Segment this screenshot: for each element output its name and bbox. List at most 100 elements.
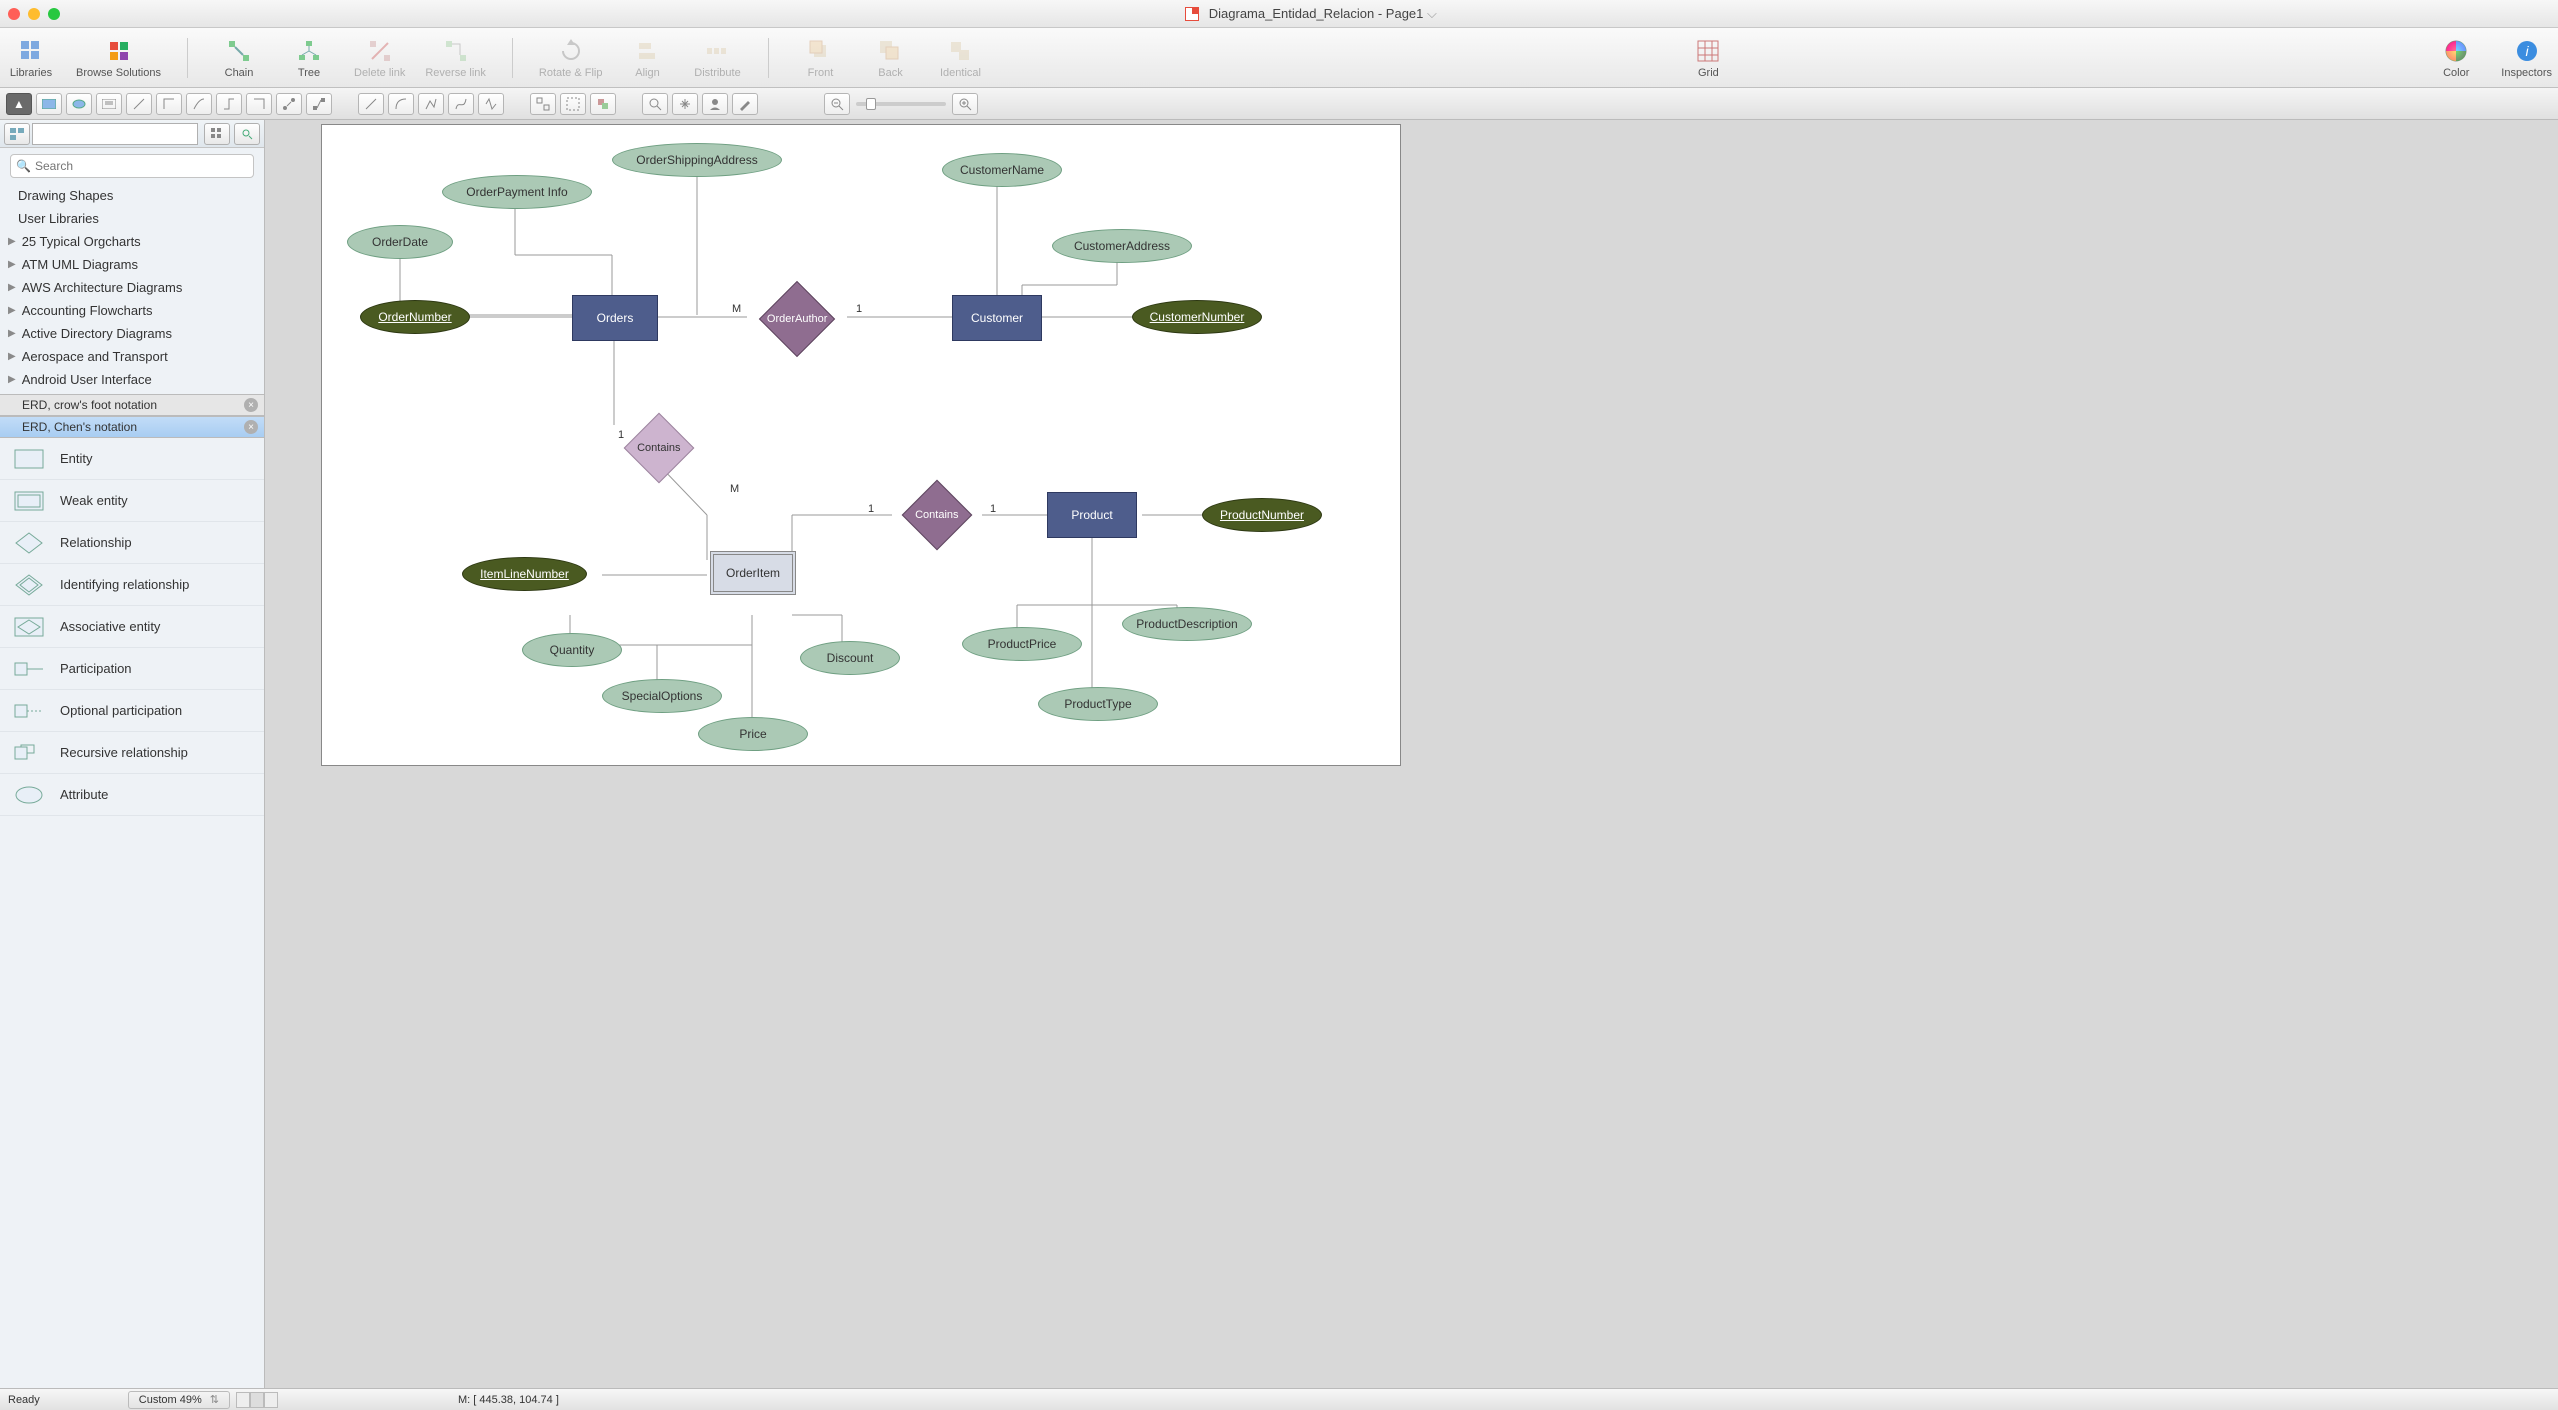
lib-group[interactable]: ▶25 Typical Orgcharts [0,230,264,253]
line-tool-4[interactable] [448,93,474,115]
tab-erd-crow[interactable]: ERD, crow's foot notation× [0,394,264,416]
attr-orderpayment[interactable]: OrderPayment Info [442,175,592,209]
group-tool-3[interactable] [590,93,616,115]
attr-customername[interactable]: CustomerName [942,153,1062,187]
user-tool[interactable] [702,93,728,115]
lib-group[interactable]: ▶Active Directory Diagrams [0,322,264,345]
entity-product[interactable]: Product [1047,492,1137,538]
canvas-area[interactable]: M 1 1 M 1 1 OrderDate OrderPayment Info … [265,120,2558,1388]
entity-customer[interactable]: Customer [952,295,1042,341]
rel-contains-1[interactable]: Contains [624,413,695,484]
grid-button[interactable]: Grid [1683,37,1733,79]
front-icon [806,37,834,65]
libraries-toggle-icon[interactable] [4,123,30,145]
libraries-button[interactable]: Libraries [6,37,56,79]
attr-productprice[interactable]: ProductPrice [962,627,1082,661]
doc-icon [1185,7,1199,21]
align-button: Align [622,37,672,79]
rel-orderauthor[interactable]: OrderAuthor [759,281,835,357]
search-icon[interactable] [234,123,260,145]
shape-associative-entity[interactable]: Associative entity [0,606,264,648]
titlebar: Diagrama_Entidad_Relacion - Page1 ⌵ [0,0,2558,28]
tree-icon [295,37,323,65]
line-tool-1[interactable] [358,93,384,115]
attr-orderdate[interactable]: OrderDate [347,225,453,259]
search-input[interactable] [10,154,254,178]
dropdown-caret-icon[interactable]: ⌵ [1427,6,1437,21]
lib-group[interactable]: ▶Android User Interface [0,368,264,391]
close-icon[interactable]: × [244,398,258,412]
shape-relationship[interactable]: Relationship [0,522,264,564]
attr-ordershipping[interactable]: OrderShippingAddress [612,143,782,177]
connector-7[interactable] [306,93,332,115]
lib-group[interactable]: ▶AWS Architecture Diagrams [0,276,264,299]
pointer-tool[interactable]: ▲ [6,93,32,115]
key-customernumber[interactable]: CustomerNumber [1132,300,1262,334]
zoom-in-button[interactable] [952,93,978,115]
attr-discount[interactable]: Discount [800,641,900,675]
minimize-window-button[interactable] [28,8,40,20]
lib-group[interactable]: ▶ATM UML Diagrams [0,253,264,276]
shape-entity[interactable]: Entity [0,438,264,480]
lib-group[interactable]: User Libraries [0,207,264,230]
ellipse-tool[interactable] [66,93,92,115]
library-search-field[interactable] [32,123,198,145]
chain-icon [225,37,253,65]
attr-producttype[interactable]: ProductType [1038,687,1158,721]
connector-4[interactable] [216,93,242,115]
shape-weak-entity[interactable]: Weak entity [0,480,264,522]
distribute-icon [703,37,731,65]
zoom-out-button[interactable] [824,93,850,115]
grid-view-icon[interactable] [204,123,230,145]
chain-button[interactable]: Chain [214,37,264,79]
entity-orders[interactable]: Orders [572,295,658,341]
lib-group[interactable]: ▶Aerospace and Transport [0,345,264,368]
attr-specialoptions[interactable]: SpecialOptions [602,679,722,713]
browse-solutions-button[interactable]: Browse Solutions [76,37,161,79]
close-icon[interactable]: × [244,420,258,434]
shape-attribute[interactable]: Attribute [0,774,264,816]
connector-5[interactable] [246,93,272,115]
color-button[interactable]: Color [2431,37,2481,79]
rect-tool[interactable] [36,93,62,115]
pen-tool[interactable] [732,93,758,115]
libraries-icon [17,37,45,65]
diagram-canvas[interactable]: M 1 1 M 1 1 OrderDate OrderPayment Info … [321,124,1401,766]
line-tool-5[interactable] [478,93,504,115]
attr-customeraddress[interactable]: CustomerAddress [1052,229,1192,263]
connector-1[interactable] [126,93,152,115]
lib-group[interactable]: ▶Accounting Flowcharts [0,299,264,322]
shape-identifying-relationship[interactable]: Identifying relationship [0,564,264,606]
entity-orderitem[interactable]: OrderItem [710,551,796,595]
line-tool-2[interactable] [388,93,414,115]
connector-3[interactable] [186,93,212,115]
connector-2[interactable] [156,93,182,115]
key-ordernumber[interactable]: OrderNumber [360,300,470,334]
shape-recursive-relationship[interactable]: Recursive relationship [0,732,264,774]
line-tool-3[interactable] [418,93,444,115]
group-tool-1[interactable] [530,93,556,115]
group-tool-2[interactable] [560,93,586,115]
window-title: Diagrama_Entidad_Relacion - Page1 ⌵ [72,6,2550,22]
zoom-selector[interactable]: Custom 49%⇅ [128,1391,230,1409]
zoom-slider[interactable] [856,102,946,106]
close-window-button[interactable] [8,8,20,20]
rel-contains-2[interactable]: Contains [902,480,973,551]
page-tabs[interactable] [236,1392,278,1408]
attr-price[interactable]: Price [698,717,808,751]
lib-group[interactable]: Drawing Shapes [0,184,264,207]
fullscreen-window-button[interactable] [48,8,60,20]
inspectors-button[interactable]: iInspectors [2501,37,2552,79]
text-tool[interactable] [96,93,122,115]
tree-button[interactable]: Tree [284,37,334,79]
tab-erd-chen[interactable]: ERD, Chen's notation× [0,416,264,438]
connector-6[interactable] [276,93,302,115]
key-productnumber[interactable]: ProductNumber [1202,498,1322,532]
attr-productdesc[interactable]: ProductDescription [1122,607,1252,641]
pan-tool[interactable] [672,93,698,115]
shape-participation[interactable]: Participation [0,648,264,690]
key-itemline[interactable]: ItemLineNumber [462,557,587,591]
attr-quantity[interactable]: Quantity [522,633,622,667]
zoom-tool[interactable] [642,93,668,115]
shape-optional-participation[interactable]: Optional participation [0,690,264,732]
